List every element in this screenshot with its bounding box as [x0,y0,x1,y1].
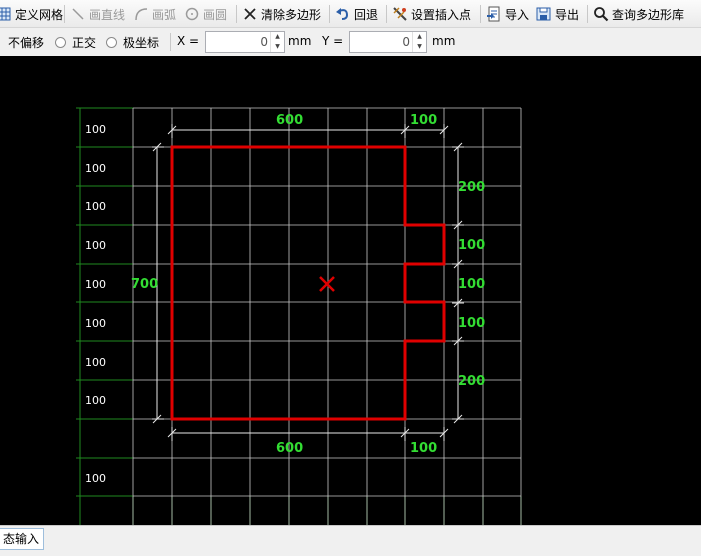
radio-circle[interactable] [55,37,66,48]
y-coordinate-input[interactable]: 0 ▲ ▼ [349,31,427,53]
spin-up-icon[interactable]: ▲ [413,32,426,42]
clear-polygon-button[interactable]: 清除多边形 [242,4,321,24]
row-label: 100 [85,317,106,330]
export-label: 导出 [555,7,580,22]
polar-label: 极坐标 [123,36,160,50]
polygon-outline[interactable] [170,145,446,421]
toolbar-separator [386,5,387,23]
dimension-lines [152,124,464,441]
y-value: 0 [402,35,410,49]
search-icon [593,6,609,22]
define-grid-label: 定义网格 [15,7,64,22]
spin-down-icon[interactable]: ▼ [271,42,284,52]
y-label: Y = [322,34,344,48]
dim-bottom-100: 100 [410,441,437,456]
toolbar: 定义网格 画直线 画弧 画圆 清除多边形 回退 设置插入点 导入 导出 查询多边… [0,0,701,28]
center-marker-icon [319,276,335,292]
draw-line-label: 画直线 [89,7,126,22]
toolbar-separator [329,5,330,23]
toolbar-separator [480,5,481,23]
draw-arc-label: 画弧 [152,7,177,22]
row-label: 100 [85,123,106,136]
row-label: 100 [85,239,106,252]
options-bar: 不偏移 正交 极坐标 X = 0 ▲ ▼ mm Y = 0 ▲ ▼ mm [0,28,701,56]
import-icon [486,6,502,22]
clear-polygon-label: 清除多边形 [261,7,322,22]
dim-top-600: 600 [276,113,303,128]
set-insert-point-button[interactable]: 设置插入点 [392,4,471,24]
draw-arc-button[interactable]: 画弧 [133,4,176,24]
no-offset-option[interactable]: 不偏移 [8,34,44,51]
undo-button[interactable]: 回退 [335,4,378,24]
dim-left-700: 700 [131,277,158,292]
draw-circle-label: 画圆 [203,7,228,22]
no-offset-label: 不偏移 [8,36,45,50]
close-icon [242,6,258,22]
export-button[interactable]: 导出 [536,4,579,24]
dim-bottom-600: 600 [276,441,303,456]
x-coordinate-input[interactable]: 0 ▲ ▼ [205,31,285,53]
dim-right-200: 200 [458,374,485,389]
row-label: 100 [85,162,106,175]
query-library-label: 查询多边形库 [612,7,685,22]
y-unit: mm [432,34,456,48]
import-button[interactable]: 导入 [486,4,529,24]
insert-point-icon [392,6,408,22]
toolbar-separator [587,5,588,23]
spin-down-icon[interactable]: ▼ [413,42,426,52]
row-label: 100 [85,472,106,485]
line-icon [70,6,86,22]
orthogonal-radio[interactable]: 正交 [55,34,96,51]
toolbar-separator [236,5,237,23]
row-label: 100 [85,356,106,369]
grid-icon [0,6,12,22]
dim-right-200: 200 [458,180,485,195]
dimension-labels: 600 100 600 100 700 200 100 100 100 200 [131,113,485,456]
orthogonal-label: 正交 [72,36,97,50]
x-value: 0 [260,35,268,49]
export-icon [536,6,552,22]
draw-circle-button[interactable]: 画圆 [184,4,227,24]
axis-ruler [76,107,522,525]
row-label: 100 [85,278,106,291]
arc-icon [133,6,149,22]
drawing-canvas[interactable]: 100 100 100 100 100 100 100 100 100 600 … [0,56,701,525]
dim-right-100: 100 [458,316,485,331]
row-label: 100 [85,394,106,407]
undo-icon [335,6,351,22]
x-spinner[interactable]: ▲ ▼ [270,32,284,52]
define-grid-button[interactable]: 定义网格 [0,4,63,24]
x-label: X = [177,34,200,48]
circle-icon [184,6,200,22]
set-insert-point-label: 设置插入点 [411,7,472,22]
undo-label: 回退 [354,7,379,22]
draw-line-button[interactable]: 画直线 [70,4,125,24]
dim-right-100: 100 [458,238,485,253]
dim-right-100: 100 [458,277,485,292]
query-library-button[interactable]: 查询多边形库 [593,4,684,24]
y-spinner[interactable]: ▲ ▼ [412,32,426,52]
status-bar: 态输入 [0,525,701,556]
polar-radio[interactable]: 极坐标 [106,34,159,51]
dim-top-100: 100 [410,113,437,128]
grid-drawing[interactable]: 100 100 100 100 100 100 100 100 100 600 … [0,56,701,525]
options-separator [170,33,171,51]
x-unit: mm [288,34,312,48]
row-label: 100 [85,200,106,213]
spin-up-icon[interactable]: ▲ [271,32,284,42]
import-label: 导入 [505,7,530,22]
toolbar-separator [64,5,65,23]
row-labels: 100 100 100 100 100 100 100 100 100 [85,123,106,485]
radio-circle[interactable] [106,37,117,48]
input-mode-button[interactable]: 态输入 [0,528,45,550]
